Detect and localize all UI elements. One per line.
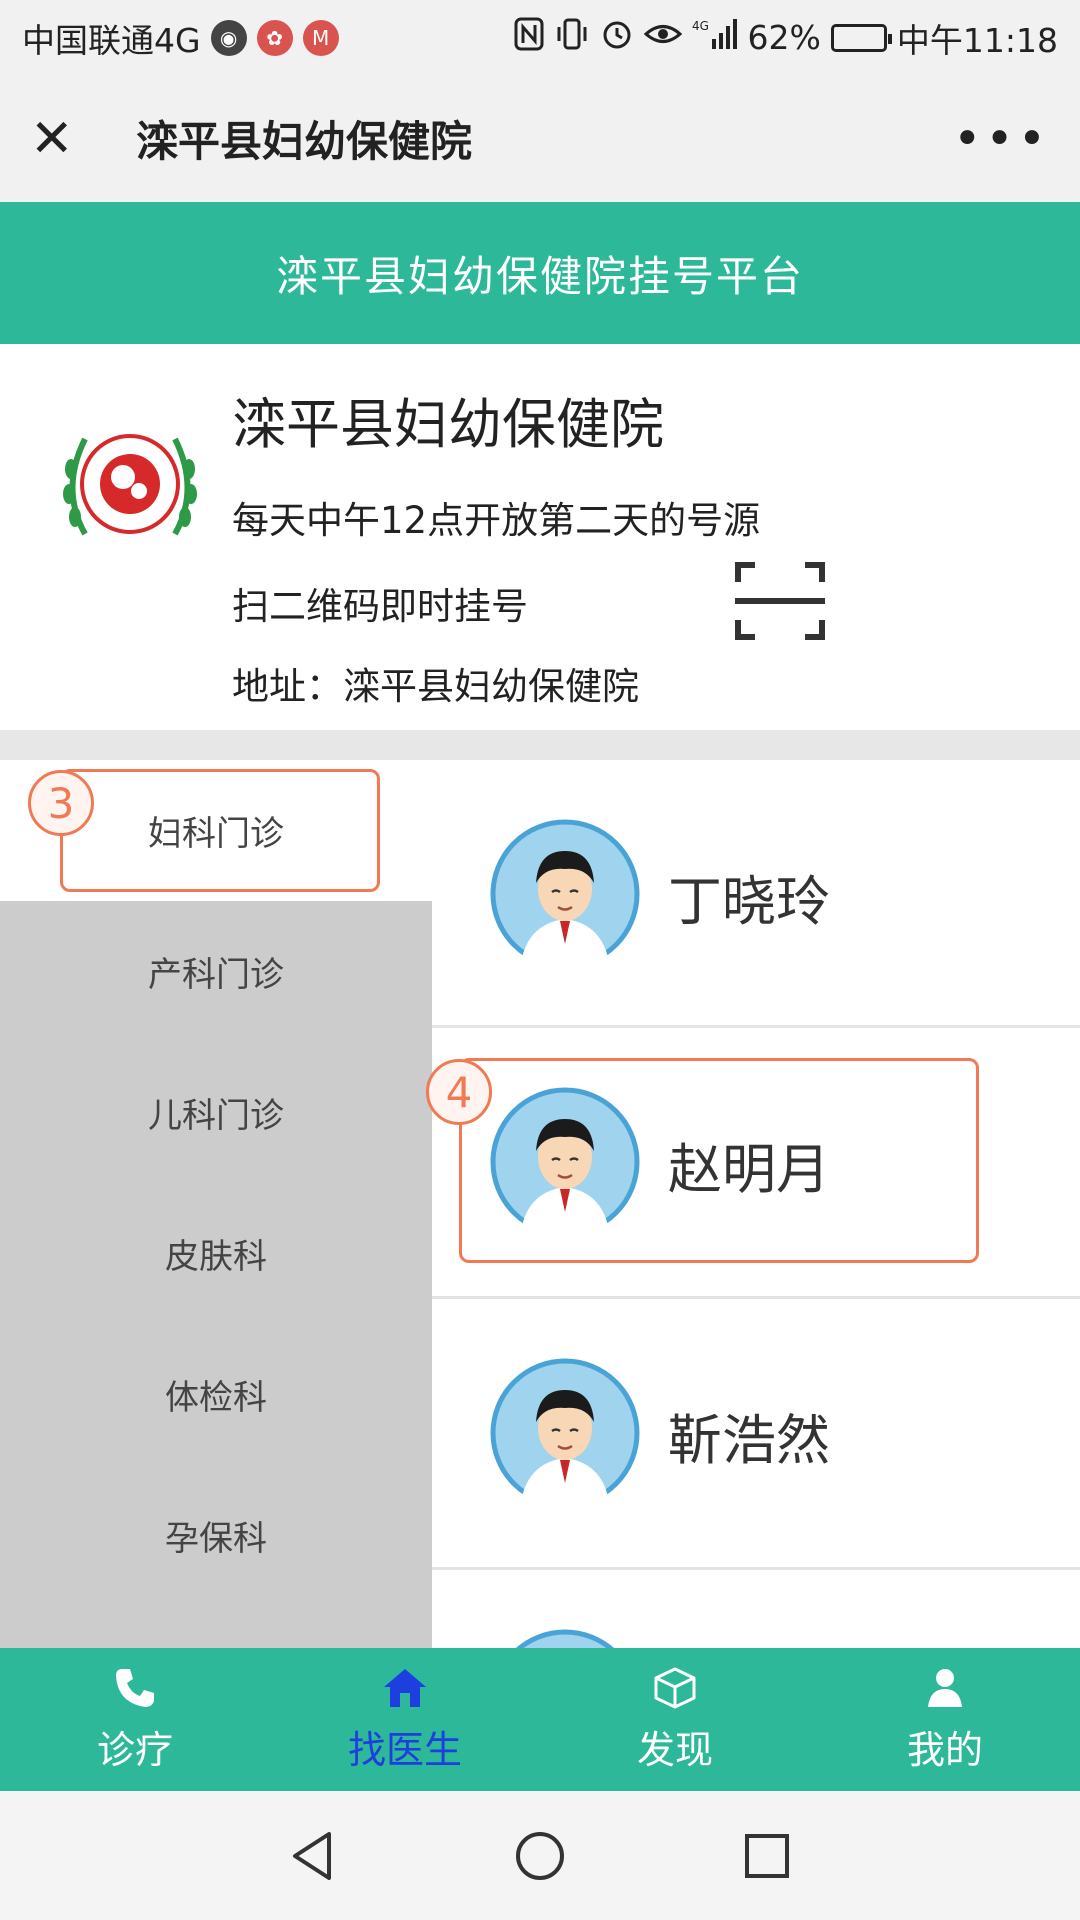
tab-discover[interactable]: 发现 <box>540 1648 810 1791</box>
signal-icon: 4G <box>692 17 738 59</box>
department-item-physical-exam[interactable]: 体检科 <box>0 1324 432 1465</box>
title-bar: ✕ 滦平县妇幼保健院 ••• <box>0 75 1080 202</box>
annotation-badge-3: 3 <box>28 770 94 836</box>
department-label: 孕保科 <box>165 1519 267 1559</box>
system-nav-bar <box>0 1791 1080 1920</box>
home-icon <box>384 1669 426 1707</box>
department-label: 产科门诊 <box>148 955 284 995</box>
screen: 中国联通4G ◉ ✿ M 4G 62% 中午11:18 ✕ 滦平县妇幼保健院 •… <box>0 0 1080 1920</box>
opening-notice: 每天中午12点开放第二天的号源 <box>232 499 761 542</box>
doctor-row[interactable]: 丁晓玲 <box>432 760 1080 1028</box>
carrier-label: 中国联通4G <box>22 20 201 60</box>
svg-text:4G: 4G <box>692 19 709 33</box>
annotation-badge-4: 4 <box>426 1059 492 1125</box>
eye-icon <box>643 18 682 57</box>
phone-icon <box>116 1669 154 1707</box>
hospital-address: 地址：滦平县妇幼保健院 <box>232 665 639 708</box>
scan-qr-icon[interactable] <box>735 562 825 640</box>
tab-label: 我的 <box>906 1728 983 1772</box>
close-icon[interactable]: ✕ <box>30 113 90 165</box>
battery-icon <box>830 23 892 52</box>
department-item-prenatal-care[interactable]: 孕保科 <box>0 1465 432 1606</box>
status-left: 中国联通4G ◉ ✿ M <box>22 14 339 62</box>
doctor-avatar-icon <box>490 819 640 969</box>
hospital-logo <box>63 434 197 536</box>
department-label: 皮肤科 <box>165 1237 267 1277</box>
battery-percent: 62% <box>747 18 821 57</box>
nfc-icon <box>514 17 544 59</box>
doctor-avatar-icon <box>515 1629 615 1648</box>
clock: 中午11:18 <box>896 20 1058 60</box>
cube-icon <box>654 1667 696 1709</box>
status-bar: 中国联通4G ◉ ✿ M 4G 62% 中午11:18 <box>0 0 1080 75</box>
hospital-info: 滦平县妇幼保健院 每天中午12点开放第二天的号源 扫二维码即时挂号 地址：滦平县… <box>0 344 1080 730</box>
department-item-obstetrics[interactable]: 产科门诊 <box>0 901 432 1042</box>
doctor-row[interactable]: 靳浩然 <box>432 1302 1080 1570</box>
status-right: 4G 62% 中午11:18 <box>514 14 1058 62</box>
bank-notification-icon: M <box>302 19 339 56</box>
tab-find-doctor[interactable]: 找医生 <box>270 1648 540 1791</box>
tab-label: 发现 <box>636 1728 713 1772</box>
doctor-avatar-icon <box>490 1358 640 1508</box>
bottom-tab-bar: 诊疗 找医生 发现 我的 <box>0 1648 1080 1791</box>
tab-treatment[interactable]: 诊疗 <box>0 1648 270 1791</box>
doctor-name: 靳浩然 <box>668 1409 830 1472</box>
hospital-name: 滦平县妇幼保健院 <box>232 393 664 456</box>
home-circle-icon[interactable] <box>512 1828 568 1884</box>
tab-label: 找医生 <box>347 1728 462 1772</box>
platform-banner: 滦平县妇幼保健院挂号平台 <box>0 202 1080 344</box>
department-item-dermatology[interactable]: 皮肤科 <box>0 1183 432 1324</box>
annotation-box-4 <box>459 1058 979 1263</box>
page-title: 滦平县妇幼保健院 <box>136 117 473 166</box>
doctor-name: 丁晓玲 <box>668 870 830 933</box>
doctor-row-partial[interactable] <box>432 1573 1080 1648</box>
more-menu-icon[interactable]: ••• <box>953 111 1050 167</box>
department-label: 体检科 <box>165 1378 267 1418</box>
app-notification-icon: ◉ <box>210 19 247 56</box>
department-sidebar: 妇科门诊 产科门诊 儿科门诊 皮肤科 体检科 孕保科 <box>0 760 432 1648</box>
department-item-pediatrics[interactable]: 儿科门诊 <box>0 1042 432 1183</box>
section-divider <box>0 730 1080 760</box>
tab-label: 诊疗 <box>96 1728 173 1772</box>
flower-notification-icon: ✿ <box>256 19 293 56</box>
department-label: 儿科门诊 <box>148 1096 284 1136</box>
alarm-icon <box>600 17 634 59</box>
recents-icon[interactable] <box>739 1828 795 1884</box>
platform-banner-title: 滦平县妇幼保健院挂号平台 <box>275 251 804 301</box>
user-icon <box>928 1669 962 1707</box>
tab-mine[interactable]: 我的 <box>810 1648 1080 1791</box>
annotation-box-3 <box>60 769 380 892</box>
scan-instruction: 扫二维码即时挂号 <box>232 585 528 628</box>
back-icon[interactable] <box>285 1828 341 1884</box>
vibrate-icon <box>554 17 590 59</box>
